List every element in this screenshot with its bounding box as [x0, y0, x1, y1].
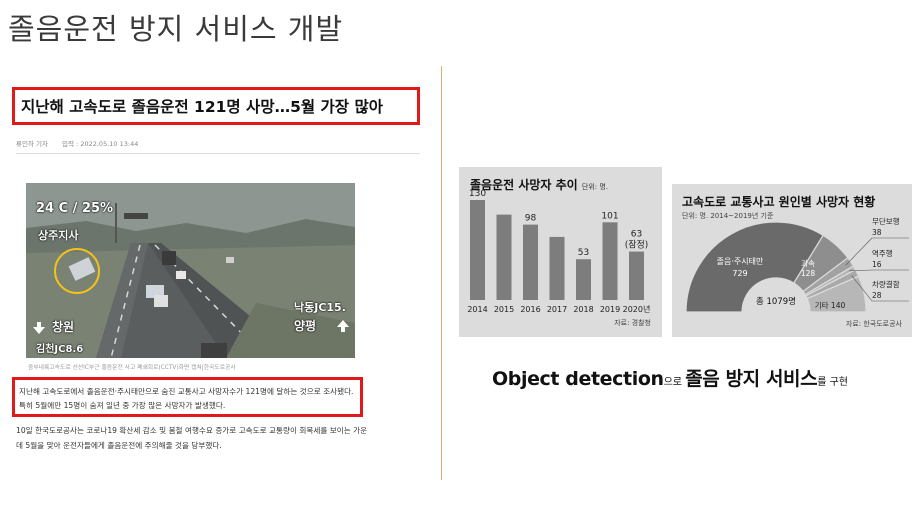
tick-label-2015: 2015 [494, 305, 514, 314]
bar-2019 [602, 222, 618, 300]
headline-highlight-box: 지난해 고속도로 졸음운전 121명 사망…5월 가장 많아 [12, 87, 420, 125]
data-label-2018: 53 [578, 248, 589, 258]
slice-value-4: 28 [872, 291, 882, 300]
slice-label-4: 차량결함 [872, 279, 900, 289]
slice-label-1: 과속 [801, 259, 815, 268]
author: 류인하 기자 [16, 140, 48, 148]
bar-2018 [576, 259, 591, 300]
summary-connector: 으로 [663, 377, 686, 388]
photo-caption: 중부내륙고속도로 선산IC부근 졸음운전 사고 폐쇄회로(CCTV)화면 캡쳐|… [28, 365, 236, 371]
article-paragraph: 10일 한국도로공사는 코로나19 확산세 감소 및 봄철 여행수요 증가로 고… [16, 426, 368, 450]
data-label-2014: 130 [469, 189, 486, 199]
slide-title: 졸음운전 방지 서비스 개발 [8, 12, 344, 46]
accident-highlight-circle [54, 248, 100, 294]
highlighted-paragraph-box: 지난해 고속도로에서 졸음운전·주시태만으로 숨진 교통사고 사망자수가 121… [12, 377, 363, 417]
bar-2016 [523, 224, 538, 300]
bar-2017 [549, 236, 565, 300]
left-junction-overlay: 김천JC8.6 [36, 344, 84, 355]
publish-date: 입력 : 2022.05.10 13:44 [62, 140, 139, 148]
bar-2014 [470, 200, 485, 300]
arrow-up-icon [337, 320, 349, 332]
bar-2015 [496, 214, 512, 300]
slice-value-1: 128 [801, 269, 816, 278]
left-destination-overlay: 창원 [52, 320, 75, 334]
slice-label-2: 무단보행 [872, 216, 900, 226]
tick-label-2017: 2017 [547, 305, 567, 314]
slice-label-0: 졸음·주시태만 [717, 257, 764, 266]
right-destination-overlay: 양평 [294, 319, 317, 333]
summary-service: 졸음 방지 서비스 [685, 368, 818, 390]
data-label-2016: 98 [525, 214, 537, 224]
data-label-2020년: 63 (잠정) [625, 230, 649, 251]
location-overlay: 상주지사 [38, 229, 79, 242]
cause-deaths-chart: 고속도로 교통사고 원인별 사망자 현황 단위: 명. 2014~2019년 기… [672, 184, 912, 337]
summary-object-detection: Object detection [492, 368, 664, 390]
slice-value-2: 38 [872, 228, 882, 237]
weather-overlay: 24 C / 25% [36, 201, 114, 216]
article-headline: 지난해 고속도로 졸음운전 121명 사망…5월 가장 많아 [21, 98, 383, 116]
tick-label-2016: 2016 [520, 305, 540, 314]
byline-divider [16, 153, 420, 154]
right-junction-overlay: 낙동JC15. [294, 301, 346, 314]
slice-label-3: 역주행 [872, 248, 893, 258]
leader-line-2 [845, 237, 873, 266]
tick-label-2014: 2014 [467, 305, 487, 314]
highlighted-paragraph: 지난해 고속도로에서 졸음운전·주시태만으로 숨진 교통사고 사망자수가 121… [19, 387, 354, 410]
chart1-source: 자료: 경찰청 [614, 319, 651, 327]
tick-label-2019: 2019 [600, 305, 620, 314]
donut-total-label: 총 1079명 [756, 296, 796, 307]
summary-ending: 를 구현 [817, 377, 848, 388]
cctv-photo: 24 C / 25% 상주지사 창원 김천JC8.6 낙동JC15. 양평 [26, 183, 355, 358]
chart2-source: 자료: 한국도로공사 [845, 320, 902, 328]
bar-chart-svg: 130 2014 2015 98 2016 2017 53 2018 101 2019 63 (잠정)… [467, 189, 651, 314]
tick-label-2018: 2018 [573, 305, 593, 314]
bar-2020년 [629, 251, 644, 300]
slice-value-0: 729 [732, 269, 747, 278]
byline: 류인하 기자 입력 : 2022.05.10 13:44 [16, 138, 150, 148]
drowsy-deaths-chart: 졸음운전 사망자 추이 단위: 명. 130 2014 2015 98 2016 2017… [459, 167, 662, 337]
slice-label-5: 기타 140 [815, 301, 846, 310]
summary-statement: Object detection으로 졸음 방지 서비스를 구현 [492, 364, 848, 391]
slice-value-3: 16 [872, 260, 882, 269]
arrow-down-icon [33, 322, 45, 334]
vertical-divider [441, 66, 442, 480]
donut-chart-svg: 졸음·주시태만 729 과속128 기타 140 무단보행 38 역주행 16 차량결함 28 총 … [685, 216, 909, 313]
data-label-2019: 101 [601, 211, 618, 221]
tick-label-2020년: 2020년 [623, 304, 651, 314]
